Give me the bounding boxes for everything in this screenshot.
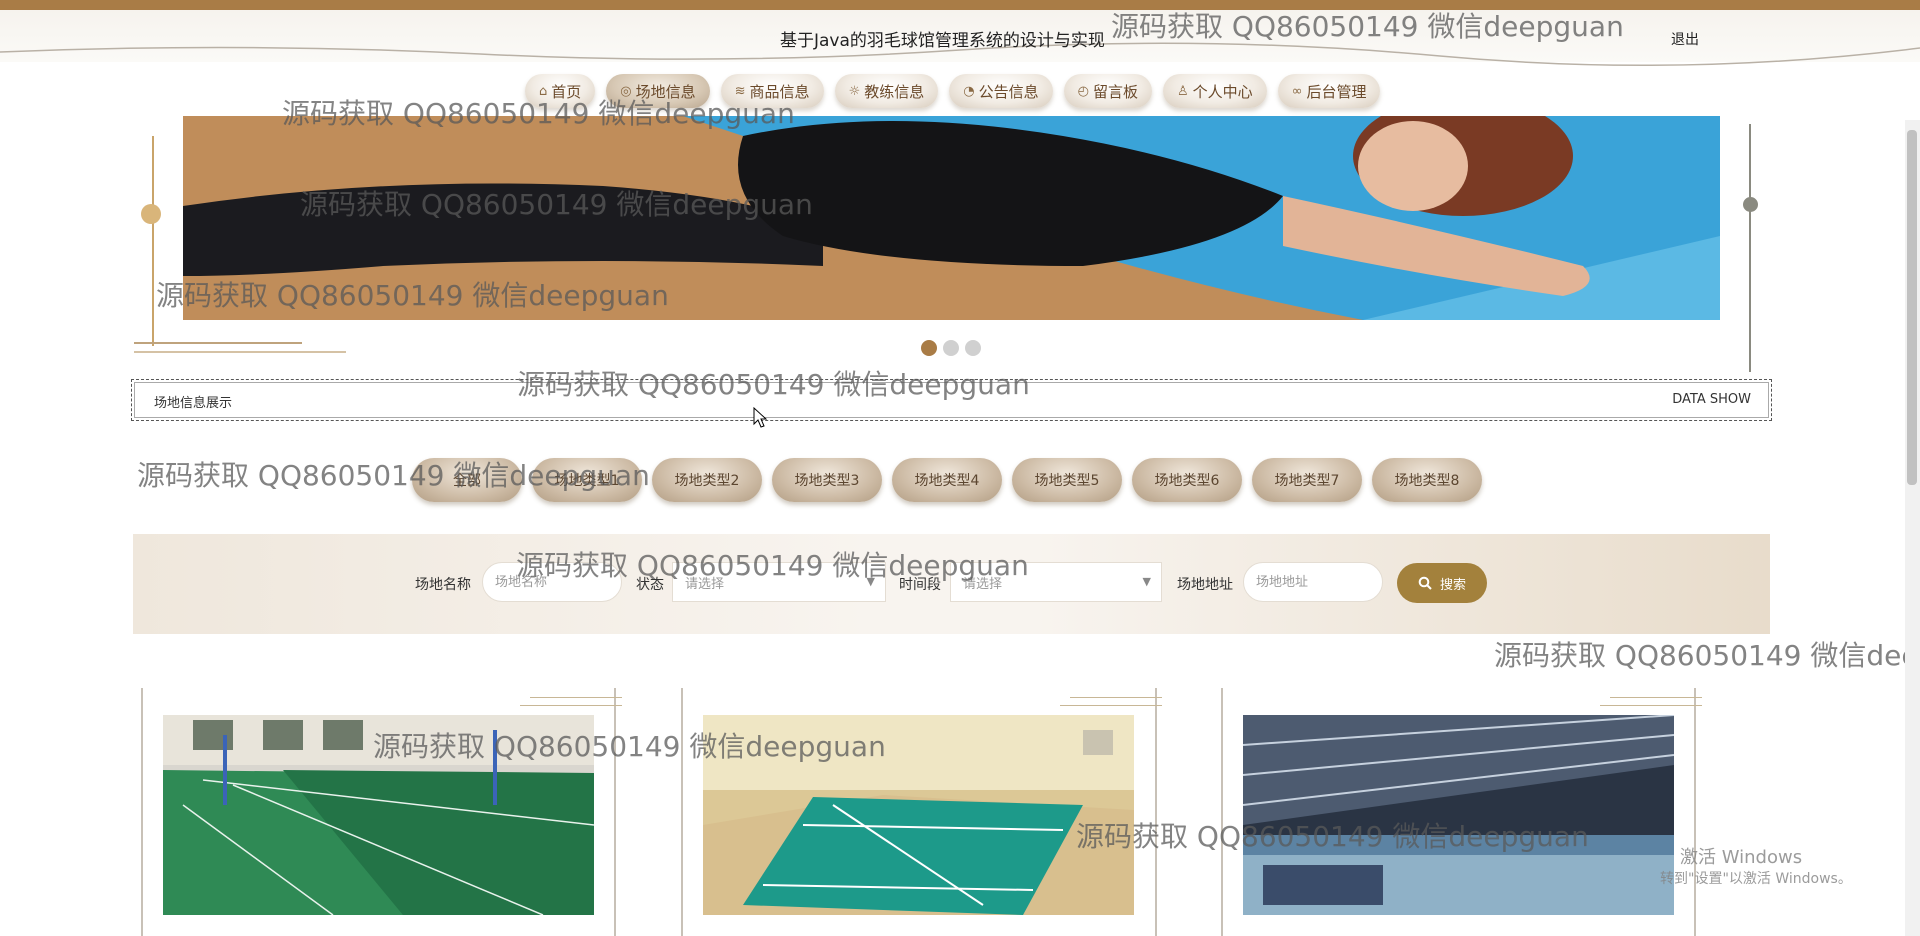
logout-link[interactable]: 退出 xyxy=(1671,29,1699,49)
site-title: 基于Java的羽毛球馆管理系统的设计与实现 xyxy=(780,31,1105,51)
top-accent-bar xyxy=(0,0,1920,10)
nav-label: 个人中心 xyxy=(1192,82,1253,101)
search-icon xyxy=(1418,576,1432,590)
decorative-line xyxy=(1060,705,1162,706)
link-icon: ∞ xyxy=(1291,83,1303,99)
category-type-3[interactable]: 场地类型3 xyxy=(772,458,882,502)
main-nav: ⌂ 首页 ◎ 场地信息 ≋ 商品信息 ☼ 教练信息 ◔ 公告信息 ◴ 留言板 ♙… xyxy=(525,74,1381,114)
mouse-cursor-icon xyxy=(753,407,767,428)
section-subtitle: DATA SHOW xyxy=(1672,392,1751,407)
card-frame xyxy=(614,688,616,936)
venue-name-input[interactable] xyxy=(482,562,622,602)
nav-label: 首页 xyxy=(551,82,582,101)
banner-ornament-left xyxy=(141,204,161,224)
nav-product-info[interactable]: ≋ 商品信息 xyxy=(720,74,824,108)
time-slot-select[interactable]: 请选择 ▼ xyxy=(950,562,1162,602)
nav-label: 后台管理 xyxy=(1306,82,1367,101)
card-frame xyxy=(1221,688,1223,936)
venue-address-input[interactable] xyxy=(1243,562,1383,602)
nav-home[interactable]: ⌂ 首页 xyxy=(525,74,596,108)
time-slot-select-value: 请选择 xyxy=(963,576,1003,592)
carousel-dot-3[interactable] xyxy=(965,340,981,356)
status-label: 状态 xyxy=(636,577,664,593)
category-type-4[interactable]: 场地类型4 xyxy=(892,458,1002,502)
search-button-label: 搜索 xyxy=(1439,577,1466,593)
gauge-icon: ◴ xyxy=(1077,83,1089,99)
search-button[interactable]: 搜索 xyxy=(1397,563,1487,603)
decorative-line xyxy=(530,697,622,698)
status-select-value: 请选择 xyxy=(685,576,725,592)
banner-ornament-right xyxy=(1743,197,1758,212)
carousel-dot-2[interactable] xyxy=(943,340,959,356)
decorative-line xyxy=(520,705,622,706)
carousel-indicators xyxy=(921,340,981,356)
category-all[interactable]: 全部 xyxy=(412,458,522,502)
decorative-line xyxy=(134,351,346,353)
venue-name-label: 场地名称 xyxy=(415,577,471,593)
nav-label: 场地信息 xyxy=(635,82,696,101)
category-type-8[interactable]: 场地类型8 xyxy=(1372,458,1482,502)
decorative-line xyxy=(1610,697,1702,698)
category-filter: 全部 场地类型1 场地类型2 场地类型3 场地类型4 场地类型5 场地类型6 场… xyxy=(412,458,1482,502)
banner-image[interactable] xyxy=(183,116,1720,320)
card-frame xyxy=(681,688,683,936)
venue-card-image[interactable] xyxy=(163,715,594,915)
venue-icon: ◎ xyxy=(620,83,632,99)
windows-activation-hint: 转到"设置"以激活 Windows。 xyxy=(1660,871,1852,887)
venue-address-label: 场地地址 xyxy=(1177,577,1233,593)
chevron-down-icon: ▼ xyxy=(866,575,875,588)
banner-frame-right xyxy=(1749,124,1751,372)
carousel-dot-1[interactable] xyxy=(921,340,937,356)
nav-notice-info[interactable]: ◔ 公告信息 xyxy=(949,74,1053,108)
category-type-2[interactable]: 场地类型2 xyxy=(652,458,762,502)
nav-admin[interactable]: ∞ 后台管理 xyxy=(1277,74,1381,108)
card-frame xyxy=(1155,688,1157,936)
status-select[interactable]: 请选择 ▼ xyxy=(672,562,886,602)
palette-icon: ◔ xyxy=(963,83,975,99)
sun-icon: ☼ xyxy=(848,83,861,99)
scrollbar-thumb[interactable] xyxy=(1907,130,1917,485)
category-type-5[interactable]: 场地类型5 xyxy=(1012,458,1122,502)
decorative-line xyxy=(134,342,302,344)
nav-label: 留言板 xyxy=(1092,82,1138,101)
nav-label: 公告信息 xyxy=(978,82,1039,101)
watermark: 源码获取 QQ86050149 微信deepguan xyxy=(1494,639,1920,672)
nav-venue-info[interactable]: ◎ 场地信息 xyxy=(606,74,710,108)
home-icon: ⌂ xyxy=(539,83,548,99)
nav-message-board[interactable]: ◴ 留言板 xyxy=(1063,74,1152,108)
nav-personal-center[interactable]: ♙ 个人中心 xyxy=(1162,74,1267,108)
windows-activation-title: 激活 Windows xyxy=(1680,847,1803,868)
banner-frame-left xyxy=(152,136,154,346)
banner-fitness-illustration xyxy=(183,116,1720,320)
venue-card-image[interactable] xyxy=(703,715,1134,915)
decorative-line xyxy=(1070,697,1162,698)
decorative-line xyxy=(1600,705,1702,706)
section-title: 场地信息展示 xyxy=(154,396,233,411)
category-type-6[interactable]: 场地类型6 xyxy=(1132,458,1242,502)
user-icon: ♙ xyxy=(1176,83,1189,99)
nav-coach-info[interactable]: ☼ 教练信息 xyxy=(834,74,939,108)
section-header: 场地信息展示 DATA SHOW xyxy=(131,379,1772,421)
venue-card-image[interactable] xyxy=(1243,715,1674,915)
card-frame xyxy=(1694,688,1696,936)
category-type-1[interactable]: 场地类型1 xyxy=(532,458,642,502)
chevron-down-icon: ▼ xyxy=(1142,575,1151,588)
nav-label: 教练信息 xyxy=(864,82,925,101)
stack-icon: ≋ xyxy=(734,83,746,99)
category-type-7[interactable]: 场地类型7 xyxy=(1252,458,1362,502)
card-frame xyxy=(141,688,143,936)
time-slot-label: 时间段 xyxy=(899,577,941,593)
nav-label: 商品信息 xyxy=(749,82,810,101)
